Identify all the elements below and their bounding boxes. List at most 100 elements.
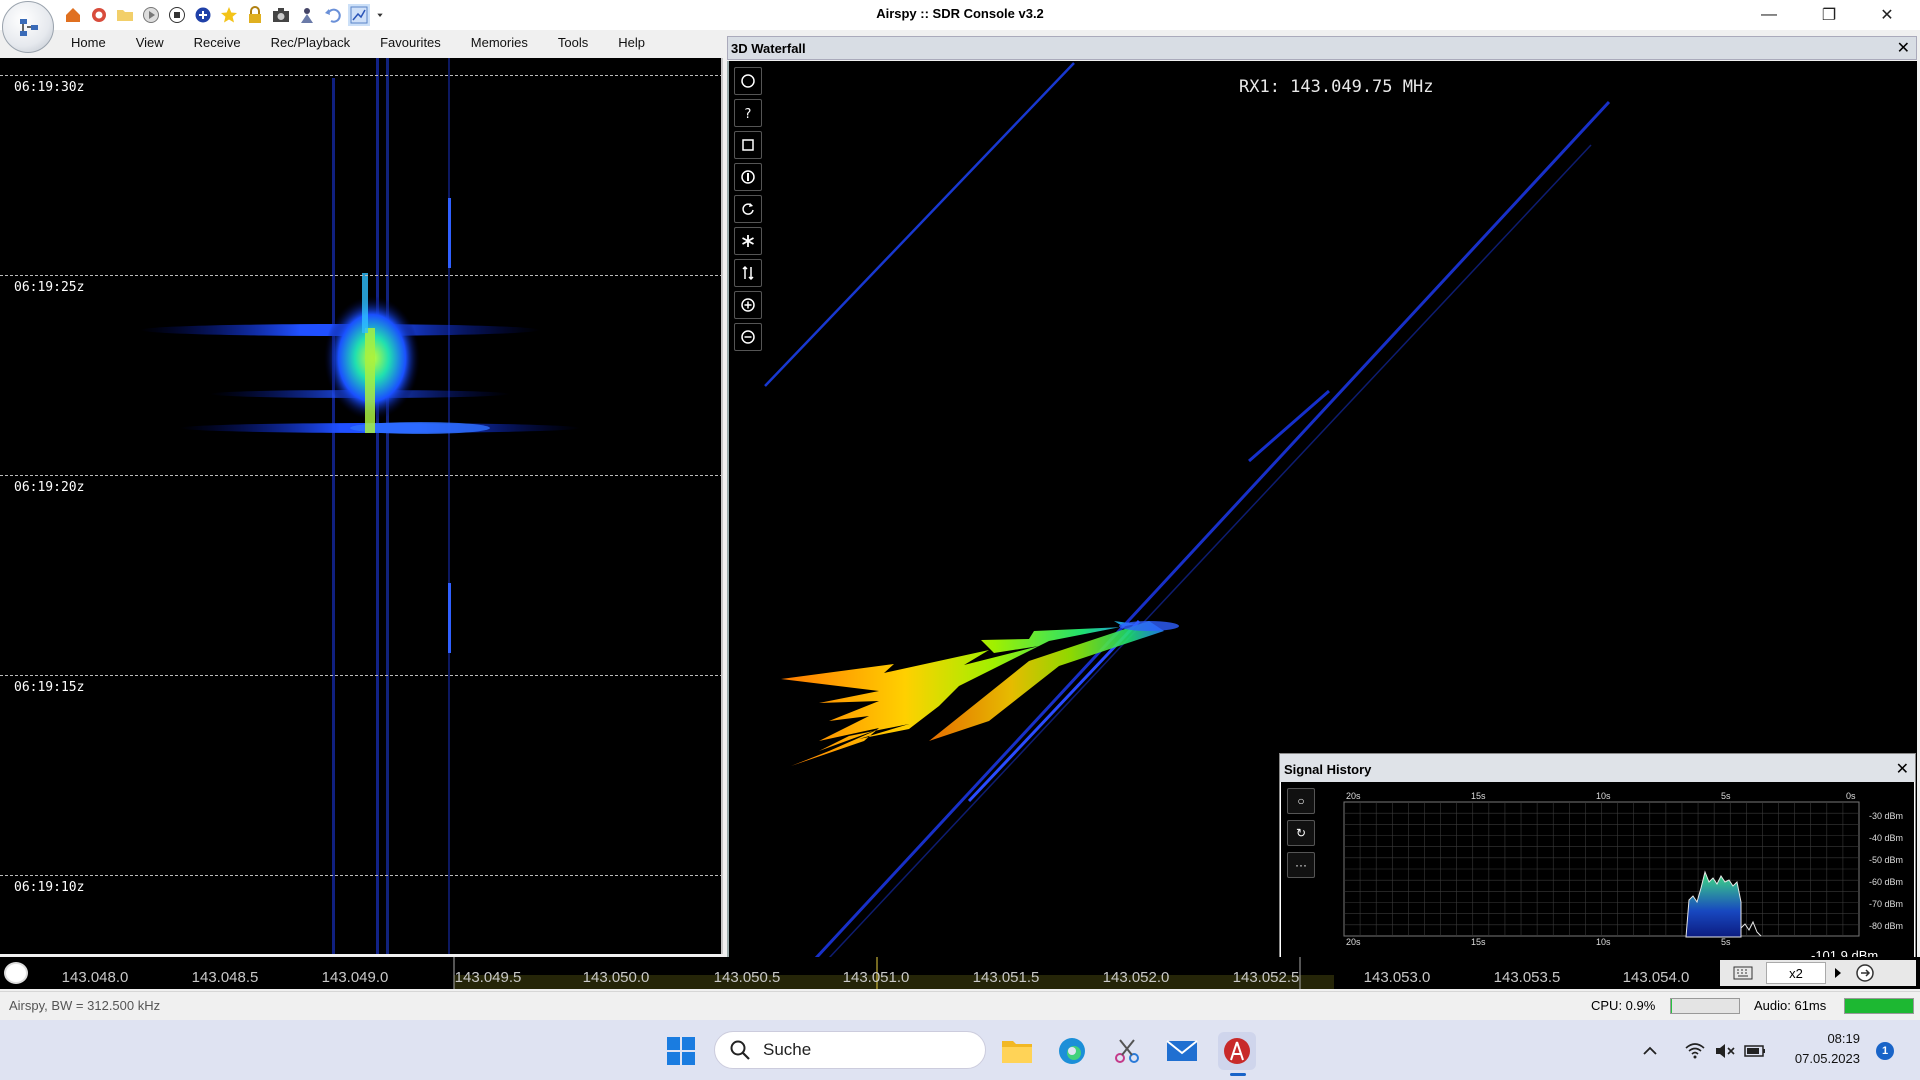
sdr-console-icon	[1224, 1038, 1250, 1064]
windows-logo-icon	[667, 1037, 695, 1065]
frequency-tick: 143.050.0	[582, 969, 650, 986]
frequency-controls: x2	[1720, 960, 1916, 986]
time-label: 20s	[1346, 937, 1361, 947]
help-button[interactable]: ?	[734, 99, 762, 127]
clock-date: 07.05.2023	[1794, 1051, 1860, 1066]
triangle-right-icon	[1835, 968, 1841, 978]
edge-button[interactable]	[1053, 1032, 1091, 1070]
minimize-button[interactable]: —	[1746, 0, 1792, 30]
signal-history-body: ○ ↻ ··· 20s 15s 10s 5s 0s 20s 15s 10s 5s…	[1281, 782, 1914, 957]
search-label: Suche	[763, 1040, 812, 1059]
waterfall-3d-close-button[interactable]: ✕	[1897, 38, 1910, 58]
zoom-in-button[interactable]	[734, 291, 762, 319]
square-button[interactable]	[734, 131, 762, 159]
battery-icon	[1744, 1045, 1765, 1057]
device-status: Airspy, BW = 312.500 kHz	[9, 998, 161, 1013]
time-label: 10s	[1596, 791, 1611, 801]
status-bar: Airspy, BW = 312.500 kHz CPU: 0.9% Audio…	[0, 991, 1920, 1019]
waterfall-signal-graphic	[140, 58, 580, 954]
frequency-scale[interactable]: 143.048.0 143.048.5 143.049.0 143.049.5 …	[34, 957, 1719, 989]
mail-icon	[1166, 1040, 1198, 1061]
signal-history-header: Signal History ✕	[1280, 754, 1915, 782]
notification-badge[interactable]: 1	[1876, 1042, 1894, 1060]
waterfall-3d-toolbar: ?	[734, 67, 762, 355]
time-gridline	[0, 875, 721, 876]
question-icon: ?	[745, 107, 752, 121]
frequency-tick: 143.048.0	[61, 969, 129, 986]
signal-history-record-button[interactable]: ○	[1287, 788, 1315, 814]
frequency-tick: 143.048.5	[191, 969, 259, 986]
time-gridline	[0, 675, 721, 676]
scroll-left-button[interactable]	[4, 962, 28, 984]
waterfall-display[interactable]: 06:19:30z 06:19:25z 06:19:20z 06:19:15z …	[0, 58, 723, 954]
menu-item-receive[interactable]: Receive	[179, 30, 256, 56]
edge-icon	[1059, 1038, 1085, 1064]
waterfall-3d-title: 3D Waterfall	[731, 41, 806, 56]
signal-history-close-button[interactable]: ✕	[1896, 759, 1909, 779]
volume-button[interactable]	[1712, 1032, 1738, 1070]
db-label: -50 dBm	[1869, 855, 1903, 865]
restore-button[interactable]: ❐	[1806, 0, 1852, 30]
clock-time: 08:19	[1827, 1031, 1860, 1046]
wifi-icon	[1685, 1043, 1705, 1059]
keyboard-button[interactable]	[1720, 962, 1766, 984]
time-label: 10s	[1596, 937, 1611, 947]
time-label: 15s	[1471, 791, 1486, 801]
menu-item-view[interactable]: View	[121, 30, 179, 56]
signal-history-reset-button[interactable]: ↻	[1287, 820, 1315, 846]
asterisk-icon	[742, 235, 754, 247]
taskbar: Suche 08:19 07.05.2023 1	[0, 1020, 1920, 1080]
signal-history-plot: 20s 15s 10s 5s 0s 20s 15s 10s 5s -30 dBm…	[1343, 791, 1903, 957]
db-label: -60 dBm	[1869, 877, 1903, 887]
time-gridline	[0, 75, 721, 76]
title-bar: Airspy :: SDR Console v3.2 — ❐ ✕	[0, 0, 1920, 30]
time-label: 06:19:20z	[14, 480, 85, 495]
signal-level-readout: -101.9 dBm	[1811, 948, 1878, 957]
app-menu-button[interactable]	[2, 1, 54, 53]
menu-item-home[interactable]: Home	[56, 30, 121, 56]
audio-meter	[1844, 998, 1914, 1014]
wifi-button[interactable]	[1682, 1032, 1708, 1070]
waterfall-3d-header: 3D Waterfall ✕	[727, 36, 1917, 60]
circle-button[interactable]	[734, 67, 762, 95]
zoom-out-button[interactable]	[734, 323, 762, 351]
audio-meter-fill	[1845, 999, 1913, 1013]
menu-item-rec-playback[interactable]: Rec/Playback	[256, 30, 365, 56]
swap-vertical-button[interactable]	[734, 259, 762, 287]
window-title: Airspy :: SDR Console v3.2	[876, 6, 1044, 21]
file-explorer-button[interactable]	[998, 1032, 1036, 1070]
snipping-tool-button[interactable]	[1108, 1032, 1146, 1070]
folder-icon	[1002, 1041, 1032, 1063]
mail-button[interactable]	[1163, 1032, 1201, 1070]
frequency-tick: 143.051.5	[972, 969, 1040, 986]
battery-button[interactable]	[1742, 1032, 1768, 1070]
show-hidden-icons-button[interactable]	[1638, 1032, 1662, 1070]
taskbar-clock[interactable]: 08:19 07.05.2023	[1795, 1029, 1860, 1069]
rx-frequency-label: RX1: 143.049.75 MHz	[1239, 77, 1434, 97]
signal-history-title: Signal History	[1284, 762, 1372, 777]
time-label: 5s	[1721, 791, 1731, 801]
menu-item-help[interactable]: Help	[603, 30, 660, 56]
scroll-right-button[interactable]	[1850, 962, 1880, 984]
zoom-next-button[interactable]	[1826, 962, 1850, 984]
menu-item-favourites[interactable]: Favourites	[365, 30, 456, 56]
time-label: 06:19:30z	[14, 80, 85, 95]
time-label: 20s	[1346, 791, 1361, 801]
close-button[interactable]: ✕	[1864, 0, 1910, 30]
taskbar-search[interactable]: Suche	[714, 1031, 986, 1069]
menu-item-memories[interactable]: Memories	[456, 30, 543, 56]
rotate-button[interactable]	[734, 195, 762, 223]
start-button[interactable]	[662, 1032, 700, 1070]
signal-history-more-button[interactable]: ···	[1287, 852, 1315, 878]
time-label: 06:19:25z	[14, 280, 85, 295]
frequency-tick: 143.053.5	[1493, 969, 1561, 986]
sdr-console-taskbar-button[interactable]	[1218, 1032, 1256, 1076]
scissors-icon	[1115, 1039, 1139, 1063]
zoom-select[interactable]: x2	[1766, 962, 1826, 984]
info-button[interactable]	[734, 163, 762, 191]
svg-text:?: ?	[745, 107, 752, 121]
network-icon	[20, 19, 38, 36]
frequency-tick: 143.049.5	[454, 969, 522, 986]
menu-item-tools[interactable]: Tools	[543, 30, 603, 56]
asterisk-button[interactable]	[734, 227, 762, 255]
